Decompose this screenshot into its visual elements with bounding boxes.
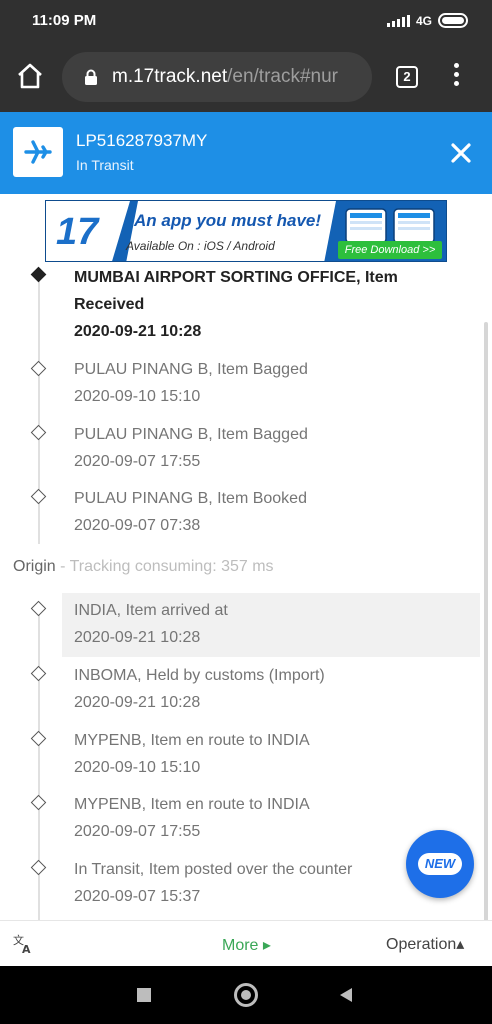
status-icons: 4G xyxy=(386,13,468,28)
address-bar[interactable]: m.17track.net/en/track#nur xyxy=(62,52,372,102)
tracking-time-note: - Tracking consuming: 357 ms xyxy=(55,558,274,575)
new-feature-button[interactable]: NEW xyxy=(406,830,474,898)
tab-switcher-button[interactable]: 2 xyxy=(396,66,418,88)
tracking-header: LP516287937MY In Transit xyxy=(0,112,492,194)
promo-subline: Available On : iOS / Android xyxy=(126,239,275,253)
url-path: /en/track#nur xyxy=(227,66,339,87)
tracking-event: PULAU PINANG B, Item Booked 2020-09-07 0… xyxy=(74,490,307,534)
free-download-button[interactable]: Free Download >> xyxy=(338,241,442,259)
carrier-badge xyxy=(13,127,63,177)
url-host: m.17track.net xyxy=(112,66,228,87)
home-icon[interactable] xyxy=(14,60,46,92)
event-marker-icon xyxy=(30,488,47,505)
event-marker-icon xyxy=(30,424,47,441)
event-marker-icon xyxy=(30,859,47,876)
home-circle-icon[interactable] xyxy=(234,983,258,1007)
network-type: 4G xyxy=(415,13,432,28)
signal-icon xyxy=(386,14,410,27)
new-badge: NEW xyxy=(418,853,462,875)
operation-button[interactable]: Operation▴ xyxy=(386,934,464,954)
airplane-icon xyxy=(24,140,52,164)
tracking-event: MYPENB, Item en route to INDIA 2020-09-1… xyxy=(74,732,310,776)
origin-label: Origin xyxy=(13,558,56,575)
close-icon[interactable] xyxy=(446,138,476,168)
status-bar: 11:09 PM 4G xyxy=(0,0,492,42)
tracking-event: INBOMA, Held by customs (Import) 2020-09… xyxy=(74,667,325,711)
event-marker-icon xyxy=(30,360,47,377)
bottom-toolbar: 文 A More ▸ Operation▴ xyxy=(0,920,492,966)
event-marker-icon xyxy=(30,730,47,747)
svg-text:A: A xyxy=(22,943,31,955)
event-marker-icon xyxy=(30,665,47,682)
tracking-event: PULAU PINANG B, Item Bagged 2020-09-10 1… xyxy=(74,361,308,405)
system-nav-bar xyxy=(0,966,492,1024)
more-button[interactable]: More ▸ xyxy=(222,935,271,955)
scrollbar[interactable] xyxy=(484,322,488,922)
translate-icon[interactable]: 文 A xyxy=(12,933,34,955)
tracking-number: LP516287937MY xyxy=(76,131,208,150)
17track-logo: 17 xyxy=(46,201,130,261)
battery-icon xyxy=(438,13,468,28)
tracking-event: MUMBAI AIRPORT SORTING OFFICE, Item Rece… xyxy=(74,269,398,340)
current-status-marker-icon xyxy=(30,266,47,283)
back-triangle-icon[interactable] xyxy=(338,987,354,1003)
tracking-event: PULAU PINANG B, Item Bagged 2020-09-07 1… xyxy=(74,426,308,470)
browser-toolbar: m.17track.net/en/track#nur 2 xyxy=(0,42,492,112)
app-promo-banner[interactable]: 17 An app you must have! Available On : … xyxy=(45,200,447,262)
tracking-event: INDIA, Item arrived at 2020-09-21 10:28 xyxy=(62,593,480,657)
recents-square-icon[interactable] xyxy=(137,988,151,1002)
event-marker-icon xyxy=(30,794,47,811)
phone-screenshots-icon xyxy=(345,208,435,243)
lock-icon xyxy=(85,69,97,85)
status-time: 11:09 PM xyxy=(32,12,97,29)
overflow-menu-icon[interactable] xyxy=(446,63,466,91)
tracking-status: In Transit xyxy=(76,157,134,173)
event-marker-icon xyxy=(30,600,47,617)
origin-section-header: Origin - Tracking consuming: 357 ms xyxy=(13,558,274,576)
promo-headline: An app you must have! xyxy=(134,211,322,230)
